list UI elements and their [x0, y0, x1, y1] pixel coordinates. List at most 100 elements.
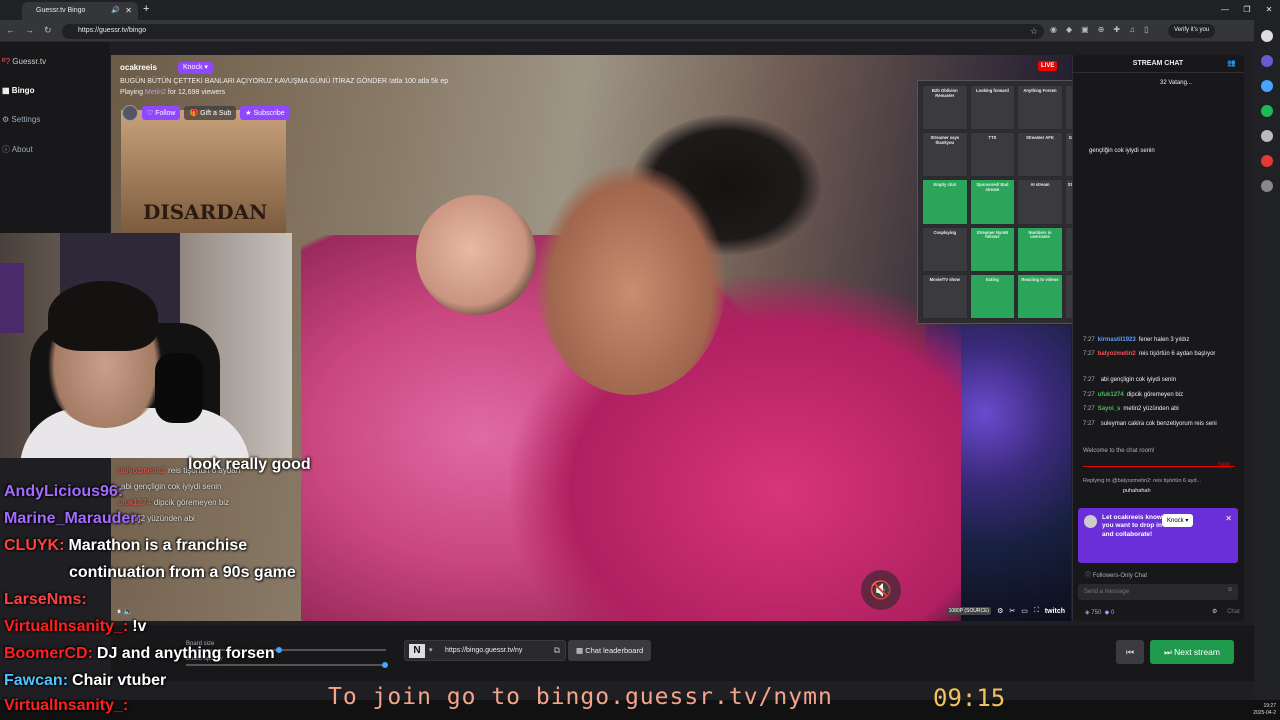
previous-stream-button[interactable]: ⏮ [1116, 640, 1144, 664]
bingo-cell[interactable]: Streamer says thankyou [922, 132, 968, 178]
extension-icon[interactable]: ◉ [1050, 25, 1057, 34]
side-app-icon[interactable] [1261, 105, 1273, 117]
bingo-url-field[interactable]: N ▾ https://bingo.guessr.tv/ny ⧉ [404, 640, 566, 661]
wall-poster: DISARDAN [121, 110, 286, 235]
side-app-icon[interactable] [1261, 30, 1273, 42]
chat-username[interactable]: kirmastil1923 [1098, 337, 1136, 343]
puzzle-icon[interactable]: ✚ [1113, 25, 1120, 34]
browser-tab[interactable]: Guessr.tv Bingo 🔊 ✕ [22, 2, 138, 20]
game-link[interactable]: Metin2 [145, 89, 166, 96]
extension-icon[interactable]: ◆ [1066, 25, 1072, 34]
theater-icon[interactable]: ▭ [1021, 607, 1028, 615]
follow-label: Follow [155, 110, 176, 117]
chat-username[interactable]: Sayoi_s [1098, 406, 1121, 412]
channel-points-icon[interactable]: ◈ [1085, 610, 1090, 616]
side-app-icon[interactable] [1261, 80, 1273, 92]
countdown-timer: 09:15 [933, 684, 1006, 712]
send-message-input[interactable]: Send a message ☺ [1078, 584, 1238, 600]
sidebar-item-settings[interactable]: ⚙ Settings [2, 115, 40, 124]
bingo-cell[interactable]: Empty chat [922, 179, 968, 225]
nymn-logo-icon[interactable]: N [409, 644, 425, 658]
sidebar-item-bingo[interactable]: ▦ Bingo [2, 86, 34, 95]
volume-icon[interactable]: 🔈 [123, 607, 133, 616]
bingo-url-text: https://bingo.guessr.tv/ny [445, 647, 523, 654]
side-app-icon[interactable] [1261, 155, 1273, 167]
reload-icon[interactable]: ↻ [44, 25, 52, 36]
profile-chip[interactable]: Verify it's you [1168, 24, 1216, 38]
clip-icon[interactable]: ✂ [1009, 607, 1015, 615]
speaker-icon[interactable]: 🔊 [111, 6, 120, 14]
chat-message: 7:27 abi gençligin cok iyiydi senin [1083, 377, 1239, 383]
sidebar-item-about[interactable]: ⓘ About [2, 144, 33, 155]
url-field[interactable]: https://guessr.tv/bingo ☆ [62, 24, 1044, 39]
bingo-cell[interactable]: Streamer NymN follows [969, 226, 1016, 272]
forward-icon[interactable]: → [25, 25, 34, 36]
bingo-cell[interactable]: Sponsored/ Bad stream [969, 179, 1016, 225]
settings-icon[interactable]: ⚙ [1212, 609, 1217, 615]
subscribe-label: Subscribe [253, 110, 285, 117]
minimize-icon[interactable]: — [1214, 0, 1236, 20]
close-icon[interactable]: ✕ [1225, 514, 1232, 523]
knock-card-button[interactable]: Knock ▾ [1162, 514, 1194, 527]
close-window-icon[interactable]: ✕ [1258, 0, 1280, 20]
overlay-small-chat-line: ufuk1274 dipcik göremeyen biz [118, 498, 229, 507]
fullscreen-icon[interactable]: ⛶ [1034, 607, 1039, 615]
profile-label: Verify it's you [1174, 27, 1210, 33]
bingo-cell[interactable]: Cosplaying [922, 226, 968, 272]
overlay-chat-line: LarseNms: [4, 591, 91, 609]
chat-top-strip: 32 Vatang... [1160, 80, 1192, 86]
pause-icon[interactable]: ⏸ [117, 607, 121, 616]
settings-icon[interactable]: ⚙ [997, 607, 1003, 615]
bingo-cell[interactable]: Looking forward [969, 85, 1016, 131]
knock-button[interactable]: Knock ▾ [178, 62, 213, 74]
bingo-cell[interactable]: AI stream [1017, 179, 1063, 225]
avatar[interactable] [122, 105, 138, 121]
channel-name[interactable]: ocakreeis [120, 63, 157, 72]
board-opacity-slider[interactable] [186, 662, 388, 668]
bingo-cell[interactable]: B2b Oblivion Remaster [922, 85, 968, 131]
chat-username[interactable]: ufuk1274 [1098, 392, 1124, 398]
bits-icon[interactable]: ◆ [1105, 610, 1110, 616]
users-icon[interactable]: 👥 [1227, 59, 1236, 67]
side-app-icon[interactable] [1261, 180, 1273, 192]
video-controls: ⏸ 🔈 1080P (SOURCE) ⚙ ✂ ▭ ⛶ twitch [111, 604, 1071, 622]
bingo-cell[interactable]: Movie/TV show [922, 273, 968, 319]
side-app-icon[interactable] [1261, 130, 1273, 142]
bingo-cell[interactable]: Reacting to videos [1017, 273, 1063, 319]
url-text: https://guessr.tv/bingo [78, 27, 147, 34]
maximize-icon[interactable]: ❐ [1236, 0, 1258, 20]
bingo-cell[interactable]: Streamer AFK [1017, 132, 1063, 178]
extension-icon[interactable]: ⊕ [1098, 25, 1105, 34]
chat-message: 7:27 Sayoi_s metin2 yüzünden abi [1083, 406, 1239, 412]
bingo-cell[interactable]: Numbers in username [1017, 226, 1063, 272]
emote-icon[interactable]: ☺ [1227, 587, 1233, 593]
gift-sub-button[interactable]: 🎁 Gift a Sub [184, 106, 237, 120]
chat-send-button[interactable]: ⚙ Chat [1212, 608, 1240, 615]
next-stream-button[interactable]: ⏭ Next stream [1150, 640, 1234, 664]
chat-leaderboard-button[interactable]: ▦ Chat leaderboard [568, 640, 652, 661]
chat-text: !v [132, 618, 147, 635]
followers-only-notice: ⓘ Followers-Only Chat [1085, 570, 1147, 579]
brand-logo[interactable]: ᴿ? Guessr.tv [2, 57, 46, 66]
extension-icon[interactable]: ▣ [1081, 25, 1089, 34]
sidebar-toggle-icon[interactable]: ▯ [1144, 25, 1148, 34]
copy-icon[interactable]: ⧉ [554, 645, 560, 656]
back-icon[interactable]: ← [6, 25, 15, 36]
bingo-cell[interactable]: Anything Forsen [1017, 85, 1063, 131]
chat-text: fener halen 3 yıldız [1138, 337, 1190, 343]
overlay-chat-line: Fawcan: Chair vtuber [4, 672, 166, 690]
media-icon[interactable]: ♫ [1129, 25, 1135, 34]
bingo-cell[interactable]: Eating [969, 273, 1016, 319]
chat-time: 7:27 [1083, 406, 1095, 412]
close-tab-icon[interactable]: ✕ [125, 6, 132, 15]
chat-footer: ◈ 750 ◆ 0 [1085, 609, 1114, 616]
subscribe-button[interactable]: ★ Subscribe [240, 106, 290, 120]
bingo-cell[interactable]: TTS [969, 132, 1016, 178]
dropdown-icon[interactable]: ▾ [429, 646, 433, 654]
chat-username[interactable]: balyozmetin2 [1098, 351, 1136, 357]
bookmark-star-icon[interactable]: ☆ [1030, 26, 1038, 37]
new-tab-button[interactable]: + [143, 3, 149, 15]
side-app-icon[interactable] [1261, 55, 1273, 67]
follow-button[interactable]: ♡ Follow [142, 106, 181, 120]
chat-text: dipcik göremeyen biz [153, 498, 230, 507]
